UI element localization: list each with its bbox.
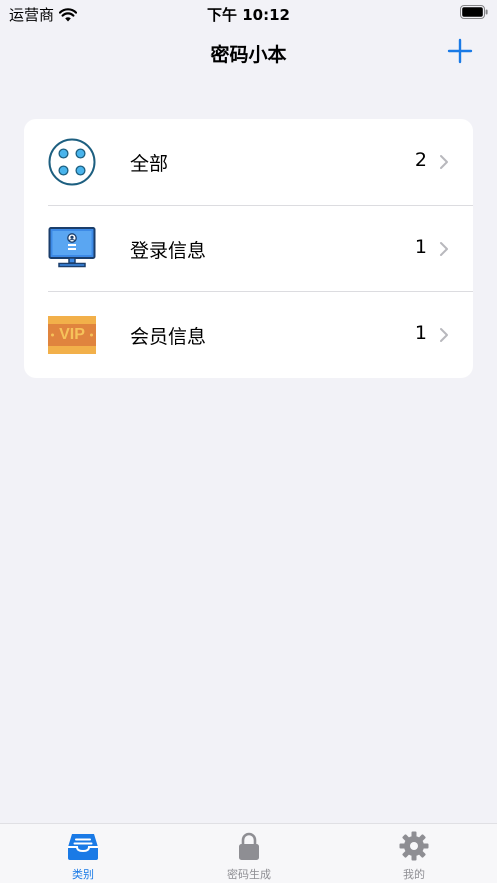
- inbox-icon: [68, 834, 98, 860]
- category-label: 全部: [130, 153, 169, 175]
- status-bar: 运营商 下午 10:12: [0, 0, 497, 26]
- chevron-right-icon: [440, 155, 448, 169]
- category-count: 2: [414, 149, 427, 171]
- tab-mine[interactable]: 我的: [331, 824, 497, 883]
- category-label: 登录信息: [130, 240, 207, 262]
- all-categories-icon: [48, 138, 96, 186]
- chevron-right-icon: [440, 242, 448, 256]
- gear-icon: [399, 831, 429, 861]
- category-list: 全部 2 登录信息 1 VIP 会员信息 1: [24, 119, 473, 378]
- category-count: 1: [414, 236, 427, 258]
- category-label: 会员信息: [130, 326, 207, 348]
- nav-bar: 密码小本: [0, 30, 497, 74]
- category-row-login[interactable]: 登录信息 1: [24, 206, 473, 292]
- vip-card-icon: VIP: [48, 311, 96, 359]
- add-button[interactable]: [447, 38, 473, 64]
- category-row-all[interactable]: 全部 2: [24, 119, 473, 205]
- tab-password-generator[interactable]: 密码生成: [166, 824, 332, 883]
- tab-label: 密码生成: [227, 868, 271, 881]
- lock-icon: [239, 832, 259, 860]
- tab-bar: 类别 密码生成 我的: [0, 823, 497, 883]
- chevron-right-icon: [440, 328, 448, 342]
- page-title: 密码小本: [210, 44, 287, 66]
- status-time: 下午 10:12: [207, 6, 290, 24]
- tab-label: 类别: [72, 868, 94, 881]
- battery-icon: [460, 5, 488, 19]
- category-count: 1: [414, 322, 427, 344]
- tab-label: 我的: [403, 868, 425, 881]
- computer-login-icon: [48, 227, 96, 268]
- category-row-membership[interactable]: VIP 会员信息 1: [24, 292, 473, 378]
- tab-categories[interactable]: 类别: [0, 824, 166, 883]
- vip-label: VIP: [59, 326, 85, 343]
